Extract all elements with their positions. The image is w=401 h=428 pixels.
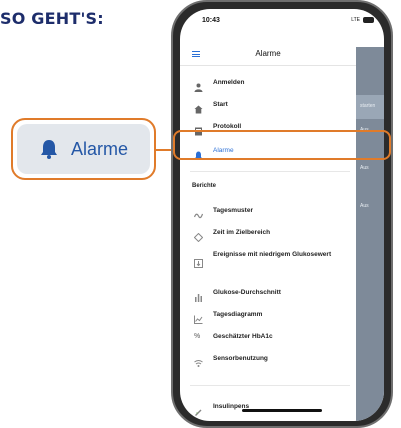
menu-item-anmelden[interactable]: Anmelden [180,73,356,95]
alarme-callout-button: Alarme [17,124,150,174]
phone-screen: starten Aus Aus Aus 10:43 LTE Alarme Anm… [180,9,384,421]
alarme-highlight-frame [173,130,391,160]
menu-item-label: Anmelden [213,79,245,86]
underlying-screen: starten Aus Aus Aus [356,47,384,421]
menu-item-label: Sensorbenutzung [213,355,268,362]
menu-item-label: Geschätzter HbA1c [213,333,273,340]
percent-icon: % [194,333,201,340]
person-icon [194,79,203,92]
pen-icon [194,403,203,416]
menu-item-tagesmuster[interactable]: Tagesmuster [180,201,356,223]
header-divider [180,65,356,66]
menu-item-glukose-durchschnitt[interactable]: Glukose-Durchschnitt [180,283,356,305]
target-icon [193,229,204,243]
side-menu: Alarme Anmelden Start Protokoll Alarme B… [180,9,356,421]
menu-item-zeit-im-zielbereich[interactable]: Zeit im Zielbereich [180,223,356,245]
menu-item-label: Tagesmuster [213,207,253,214]
menu-item-sensorbenutzung[interactable]: Sensorbenutzung [180,349,356,371]
reports-heading: Berichte [192,183,217,189]
menu-item-label: Tagesdiagramm [213,311,263,318]
sensor-icon [194,355,203,367]
setting-value: Aus [360,203,369,209]
start-button-background: starten [356,95,384,119]
menu-item-tagesdiagramm[interactable]: Tagesdiagramm [180,305,356,327]
menu-item-start[interactable]: Start [180,95,356,117]
menu-item-label: Zeit im Zielbereich [213,229,271,236]
blue-label: starten [360,103,376,109]
menu-item-hba1c[interactable]: % Geschätzter HbA1c [180,327,356,349]
line-chart-icon [194,311,203,324]
menu-item-niedrige-glukose[interactable]: Ereignisse mit niedrigem Glukosewert [180,245,356,273]
setting-value: Aus [360,165,369,171]
low-events-icon [194,255,203,268]
menu-item-label: Start [213,101,228,108]
menu-item-label: Glukose-Durchschnitt [213,289,281,296]
phone-frame: starten Aus Aus Aus 10:43 LTE Alarme Anm… [171,0,393,428]
menu-item-insulinpens[interactable]: Insulinpens [180,397,356,419]
screen-title: Alarme [255,49,281,58]
section-divider [190,385,350,386]
bar-chart-icon [194,289,203,302]
so-gehts-heading: SO GEHT'S: [0,9,104,28]
home-indicator [242,409,322,412]
home-icon [194,101,203,114]
tutorial-graphic: SO GEHT'S: Alarme starten Aus Aus Aus 10… [0,0,401,428]
section-divider [190,171,350,172]
pattern-icon [193,207,204,219]
bell-icon [39,138,59,160]
alarme-callout-label: Alarme [71,138,129,159]
menu-item-label: Ereignisse mit niedrigem Glukosewert [213,251,332,258]
battery-icon [363,17,374,23]
alarme-callout: Alarme [11,118,156,180]
